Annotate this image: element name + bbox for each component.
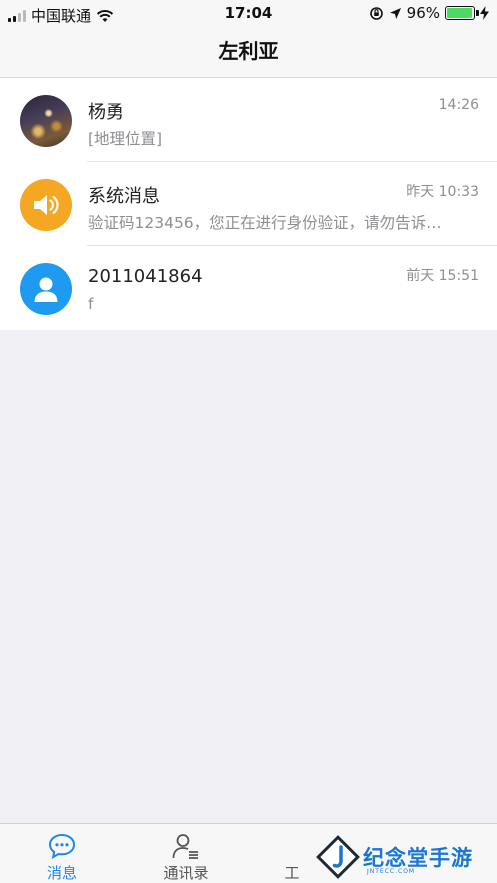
nav-bar: 左利亚: [0, 28, 497, 78]
watermark-logo: [316, 835, 360, 879]
chat-bubble-icon: [48, 833, 76, 859]
conversation-time: 昨天 10:33: [406, 184, 479, 200]
watermark-subtext: JNTECC.COM: [367, 868, 416, 875]
contacts-icon: [172, 834, 198, 859]
conversation-name: 杨勇: [88, 102, 124, 123]
conversation-preview: [地理位置]: [88, 130, 163, 148]
person-icon: [20, 263, 72, 315]
status-bar: 中国联通 17:04 96%: [0, 0, 497, 28]
conversation-list: 杨勇 14:26 [地理位置] 系统消息 昨天 10:33 验证码123456，…: [0, 78, 497, 330]
location-icon: [389, 7, 401, 19]
conversation-preview: f: [88, 295, 94, 313]
status-right: 96%: [369, 4, 489, 22]
speaker-icon: [20, 179, 72, 231]
conversation-preview: 验证码123456，您正在进行身份验证，请勿告诉…: [88, 214, 442, 232]
battery-percent: 96%: [406, 4, 440, 22]
conversation-time: 前天 15:51: [406, 268, 479, 284]
conversation-time: 14:26: [438, 97, 479, 113]
photo-avatar: [20, 95, 72, 147]
screen: 中国联通 17:04 96% 左利亚 杨勇 14:26 [地理位置] 系统消息 …: [0, 0, 497, 883]
work-icon: [277, 832, 307, 860]
tab-label: 消息: [46, 864, 77, 882]
conversation-row[interactable]: 系统消息 昨天 10:33 验证码123456，您正在进行身份验证，请勿告诉…: [0, 162, 497, 246]
tab-messages[interactable]: 消息: [0, 832, 124, 883]
conversation-name: 2011041864: [88, 266, 203, 287]
conversation-name: 系统消息: [88, 186, 160, 207]
page-title: 左利亚: [218, 39, 279, 63]
rotation-lock-icon: [369, 6, 383, 20]
charging-bolt-icon: [480, 6, 489, 20]
conversation-row[interactable]: 杨勇 14:26 [地理位置]: [0, 78, 497, 162]
watermark: 纪念堂手游 JNTECC.COM: [316, 834, 497, 880]
battery-icon: [445, 6, 479, 20]
conversation-row[interactable]: 2011041864 前天 15:51 f: [0, 246, 497, 330]
